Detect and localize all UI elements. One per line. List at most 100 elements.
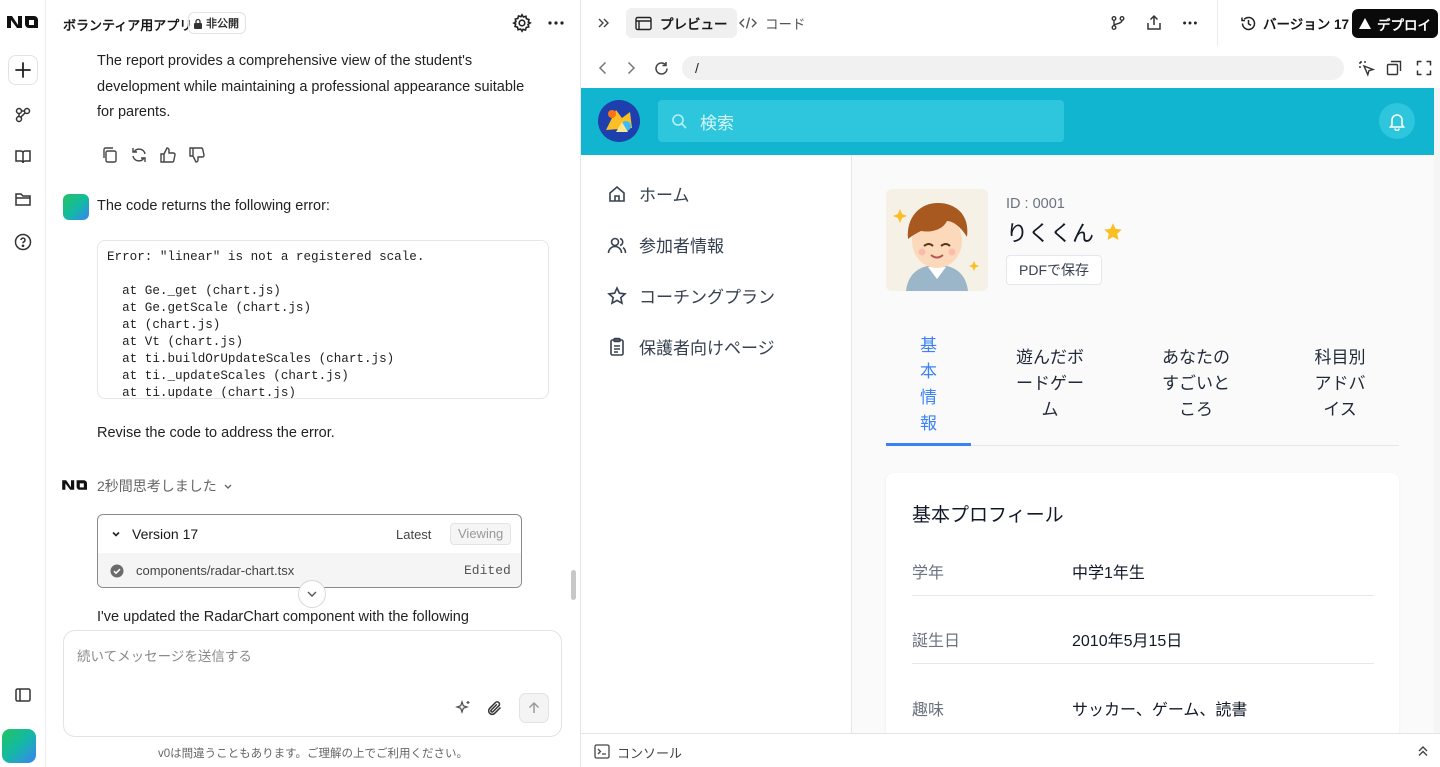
- row-divider: [912, 595, 1374, 596]
- latest-label: Latest: [396, 527, 432, 542]
- file-status: Edited: [464, 563, 511, 578]
- fullscreen-icon[interactable]: [1415, 59, 1433, 77]
- attachment-icon[interactable]: [486, 699, 504, 717]
- visibility-badge[interactable]: 非公開: [188, 12, 246, 34]
- book-icon[interactable]: [8, 142, 38, 172]
- triangle-icon: [1359, 18, 1371, 29]
- birthday-value: 2010年5月15日: [1072, 633, 1183, 650]
- reload-icon[interactable]: [651, 58, 671, 78]
- preview-scrollbar[interactable]: [1434, 88, 1440, 733]
- version-history-button[interactable]: バージョン 17: [1240, 13, 1349, 33]
- browser-window-icon: [635, 16, 652, 30]
- viewing-badge: Viewing: [450, 523, 512, 545]
- send-button[interactable]: [519, 693, 549, 723]
- profile-avatar: [886, 189, 988, 291]
- scroll-down-button[interactable]: [298, 580, 326, 608]
- thumbs-up-icon[interactable]: [159, 146, 177, 164]
- chat-panel: ボランティア用アプリ 非公開 The report provides a com…: [46, 0, 580, 767]
- version-card[interactable]: Version 17 Latest Viewing components/rad…: [97, 514, 522, 588]
- disclaimer-text: v0は間違うこともあります。ご理解の上でご利用ください。: [158, 748, 468, 760]
- select-pointer-icon[interactable]: [1357, 59, 1375, 77]
- chevron-down-icon: [307, 591, 317, 597]
- nav-item-home[interactable]: ホーム: [607, 181, 690, 206]
- tab-basic-info[interactable]: 基 本 情 報: [886, 333, 971, 437]
- app-search-input[interactable]: 検索: [700, 109, 734, 134]
- nav-item-coaching-plan[interactable]: コーチングプラン: [607, 283, 775, 308]
- open-in-new-window-icon[interactable]: [1385, 59, 1403, 77]
- tab-your-strengths[interactable]: あなたの すごいと ころ: [1152, 345, 1240, 423]
- version-card-header[interactable]: Version 17 Latest Viewing: [98, 515, 521, 553]
- chevrons-up-icon[interactable]: [1417, 745, 1429, 757]
- more-options-icon[interactable]: [546, 13, 566, 33]
- regenerate-icon[interactable]: [130, 146, 148, 164]
- user-avatar[interactable]: [2, 729, 36, 763]
- v0-assistant-icon: [61, 477, 89, 493]
- tab-preview[interactable]: プレビュー: [626, 8, 737, 38]
- help-icon[interactable]: [8, 227, 38, 257]
- collapse-chevrons-icon[interactable]: [593, 13, 613, 33]
- tab-subject-advice[interactable]: 科目別 アドバ イス: [1300, 345, 1380, 423]
- chat-scrollbar[interactable]: [571, 570, 576, 600]
- nav-item-label: 参加者情報: [639, 237, 724, 256]
- profile-id: ID : 0001: [1006, 196, 1065, 212]
- bell-icon: [1388, 113, 1406, 131]
- nav-item-participants[interactable]: 参加者情報: [607, 232, 724, 257]
- sparkle-icon[interactable]: [454, 699, 472, 717]
- chevron-down-icon: [224, 484, 232, 489]
- message-input-box[interactable]: 続いてメッセージを送信する: [63, 630, 562, 737]
- community-icon[interactable]: [8, 100, 38, 130]
- settings-gear-icon[interactable]: [512, 13, 532, 33]
- thinking-toggle[interactable]: 2秒間思考しました: [97, 476, 233, 496]
- app-logo[interactable]: [598, 100, 640, 142]
- project-title[interactable]: ボランティア用アプリ: [63, 15, 192, 34]
- check-circle-icon: [110, 564, 124, 578]
- card-heading: 基本プロフィール: [912, 505, 1064, 526]
- message-input[interactable]: 続いてメッセージを送信する: [77, 645, 252, 665]
- notifications-button[interactable]: [1379, 103, 1415, 139]
- preview-app: 検索 ホーム 参加者情報 コーチングプラン 保護者向けページ ID: 0001…: [581, 88, 1440, 733]
- basic-profile-card: 基本プロフィール 学年 中学1年生 誕生日 2010年5月15日 趣味 サッカー…: [886, 473, 1399, 733]
- thinking-label: 2秒間思考しました: [97, 478, 217, 494]
- tab-label-line: アドバ: [1314, 374, 1366, 393]
- forward-arrow-icon[interactable]: [623, 59, 639, 77]
- nav-item-label: 保護者向けページ: [639, 339, 775, 358]
- folder-icon[interactable]: [8, 184, 38, 214]
- back-arrow-icon[interactable]: [595, 59, 611, 77]
- user-message-outro: Revise the code to address the error.: [97, 425, 335, 441]
- tab-label-line: イス: [1323, 400, 1357, 419]
- hobbies-label: 趣味: [912, 702, 945, 719]
- history-clock-icon: [1241, 16, 1256, 30]
- visibility-label: 非公開: [206, 18, 239, 30]
- deploy-label: デプロイ: [1377, 17, 1431, 33]
- nav-item-parent-page[interactable]: 保護者向けページ: [607, 334, 775, 359]
- divider: [1217, 0, 1218, 46]
- more-options-icon[interactable]: [1180, 13, 1200, 33]
- new-chat-button[interactable]: [8, 55, 38, 85]
- console-bar[interactable]: コンソール: [581, 733, 1440, 767]
- birthday-label: 誕生日: [912, 633, 961, 650]
- v0-logo-icon[interactable]: [6, 12, 40, 32]
- thumbs-down-icon[interactable]: [188, 146, 206, 164]
- url-input[interactable]: /: [682, 56, 1344, 80]
- copy-icon[interactable]: [101, 146, 119, 164]
- tab-board-games[interactable]: 遊んだボ ードゲー ム: [1006, 345, 1094, 423]
- arrow-up-icon: [528, 701, 540, 713]
- share-upload-icon[interactable]: [1144, 12, 1164, 32]
- app-main: ID : 0001 りくくん PDFで保存 基 本 情 報 遊んだボ ードゲー …: [852, 155, 1434, 733]
- chevron-down-icon: [112, 531, 120, 537]
- git-branch-icon[interactable]: [1108, 13, 1128, 33]
- tab-label-line: すごいと: [1162, 374, 1230, 393]
- tab-label-line: 基: [920, 336, 937, 355]
- home-icon: [609, 185, 625, 202]
- version-history-label: バージョン 17: [1263, 17, 1349, 32]
- deploy-button[interactable]: デプロイ: [1352, 9, 1438, 38]
- profile-name: りくくん: [1006, 221, 1095, 246]
- tab-code[interactable]: コード: [735, 8, 810, 38]
- app-search-box[interactable]: 検索: [658, 100, 1064, 142]
- nav-item-label: コーチングプラン: [639, 288, 775, 307]
- error-code-block: Error: "linear" is not a registered scal…: [97, 240, 549, 399]
- tab-label-line: 科目別: [1314, 348, 1366, 367]
- sidebar-toggle-icon[interactable]: [8, 680, 38, 710]
- app-header: 検索: [581, 88, 1434, 155]
- pdf-save-button[interactable]: PDFで保存: [1006, 255, 1102, 285]
